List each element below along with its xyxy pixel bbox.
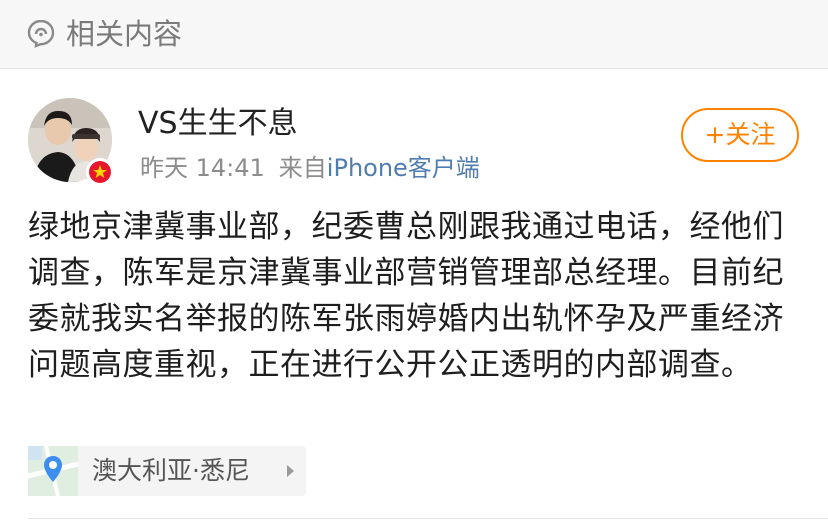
post-meta: 昨天 14:41 来自iPhone客户端 xyxy=(140,152,480,184)
location-tag[interactable]: 澳大利亚·悉尼 xyxy=(28,446,306,496)
location-label: 澳大利亚·悉尼 xyxy=(92,456,250,485)
post-content: 绿地京津冀事业部，纪委曹总刚跟我通过电话，经他们调查，陈军是京津冀事业部营销管理… xyxy=(28,209,784,383)
verified-badge-icon xyxy=(86,158,114,186)
source-prefix: 来自 xyxy=(278,154,327,182)
header-title: 相关内容 xyxy=(66,17,183,51)
map-pin-icon xyxy=(28,446,78,496)
related-content-header: 相关内容 xyxy=(0,0,828,69)
source-device-link[interactable]: iPhone客户端 xyxy=(327,154,480,182)
divider xyxy=(28,518,828,519)
chevron-right-icon xyxy=(287,465,294,477)
post-time: 昨天 14:41 xyxy=(140,154,265,182)
related-content-icon xyxy=(27,19,55,48)
follow-button[interactable]: +关注 xyxy=(681,108,799,162)
username[interactable]: VS生生不息 xyxy=(138,104,298,144)
